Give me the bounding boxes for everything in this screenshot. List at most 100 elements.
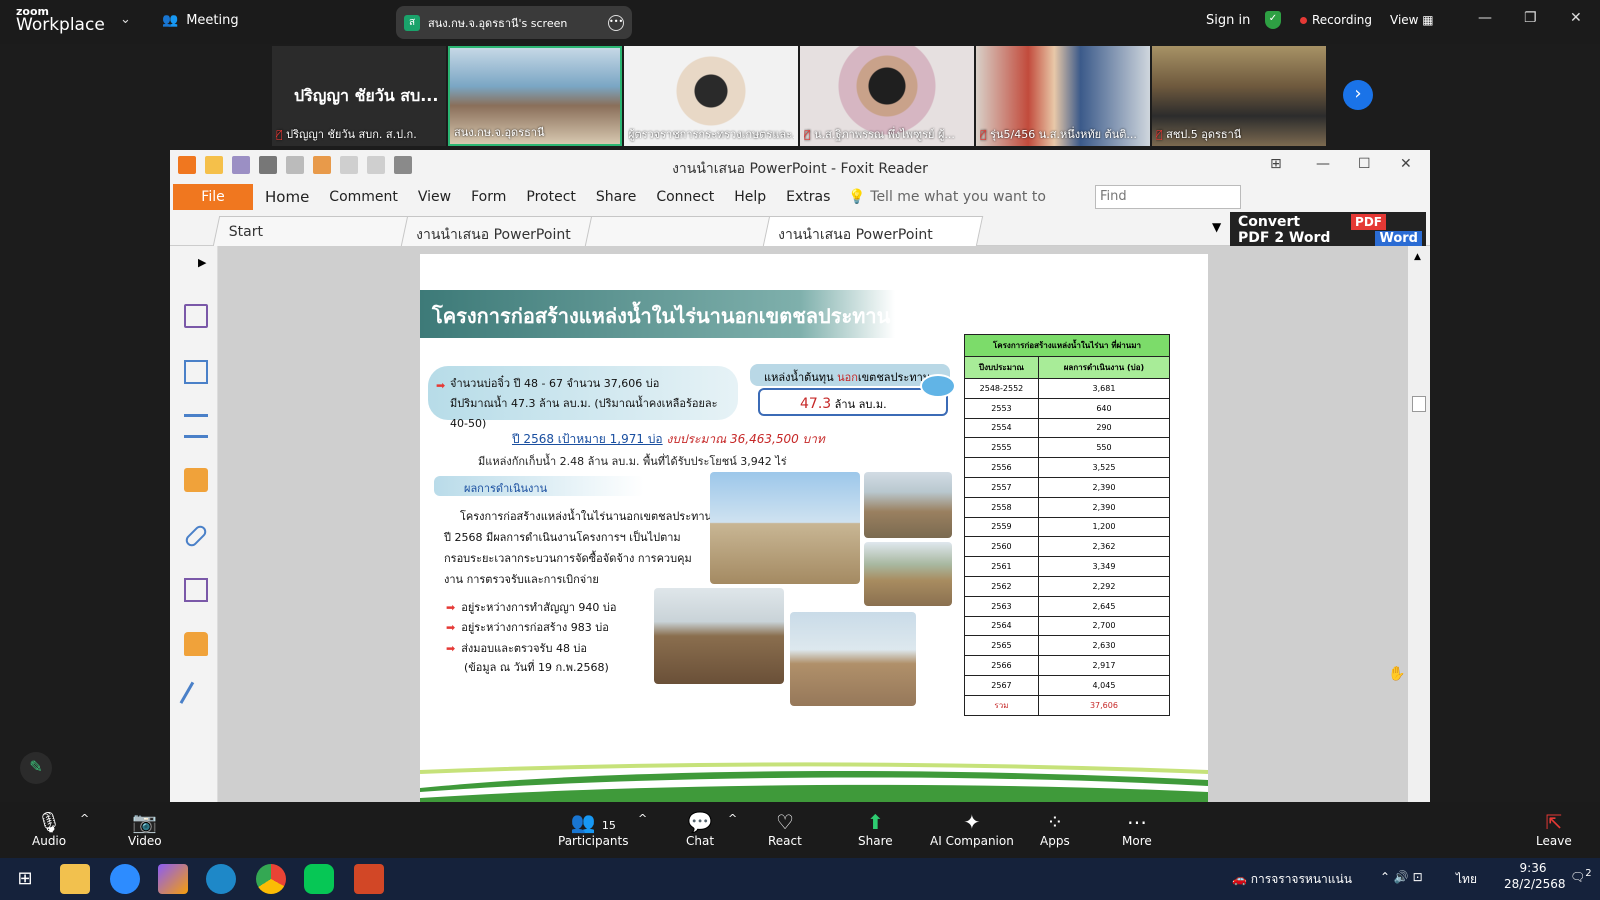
more-options-icon[interactable]: ••• bbox=[608, 14, 624, 31]
participant-tile[interactable]: สนง.กษ.จ.อุดรธานี bbox=[448, 46, 622, 146]
tell-me-input[interactable]: 💡 Tell me what you want to bbox=[848, 189, 1046, 205]
menu-help[interactable]: Help bbox=[734, 189, 766, 205]
year-cell: 2548-2552 bbox=[964, 378, 1039, 399]
react-button[interactable]: ♡ React bbox=[768, 810, 802, 848]
more-button[interactable]: ⋯ More bbox=[1122, 810, 1152, 848]
year-cell: 2565 bbox=[964, 635, 1039, 657]
security-shield-icon[interactable]: ✓ bbox=[1265, 11, 1281, 29]
edge-icon[interactable] bbox=[206, 864, 236, 894]
audio-options-chevron-icon[interactable]: ^ bbox=[80, 812, 89, 825]
participant-tile[interactable]: ผู้ตรวจราชการกระทรวงเกษตรและ... bbox=[624, 46, 798, 146]
chevron-down-icon[interactable]: ⌄ bbox=[120, 12, 131, 27]
video-button[interactable]: 📷 Video bbox=[128, 810, 162, 848]
audio-button[interactable]: 🎙 Audio bbox=[32, 810, 66, 848]
attachment-icon[interactable] bbox=[183, 523, 209, 549]
chat-chevron-icon[interactable]: ^ bbox=[728, 812, 737, 825]
annotate-pen-icon[interactable]: ✎ bbox=[20, 752, 52, 784]
windows-start-icon[interactable]: ⊞ bbox=[10, 864, 40, 894]
find-input[interactable]: Find bbox=[1095, 185, 1241, 209]
tab-start[interactable]: Start bbox=[212, 216, 410, 246]
participant-tile[interactable]: ปริญญา ชัยวัน สบ... 🎙̸ ปริญญา ชัยวัน สบก… bbox=[272, 46, 446, 146]
close-icon[interactable]: ✕ bbox=[1570, 10, 1582, 26]
bullet-item: ➡ ส่งมอบและตรวจรับ 48 บ่อ bbox=[446, 639, 587, 657]
table-row: 2553 640 bbox=[964, 397, 1171, 419]
screen-share-pill[interactable]: ส สนง.กษ.จ.อุดรธานี's screen ••• bbox=[396, 6, 632, 39]
tab-list-chevron-icon[interactable]: ▼ bbox=[1212, 220, 1221, 234]
participant-tile[interactable]: 🎙̸ สชป.5 อุดรธานี bbox=[1152, 46, 1326, 146]
participant-name: สนง.กษ.จ.อุดรธานี bbox=[454, 126, 545, 139]
view-button[interactable]: View ▦ bbox=[1390, 13, 1434, 27]
tab-document-active[interactable]: งานนำเสนอ PowerPoint✕ bbox=[762, 216, 984, 262]
traffic-notification[interactable]: 🚗 การจราจรหนาแน่น bbox=[1232, 870, 1352, 889]
sign-in-link[interactable]: Sign in bbox=[1206, 13, 1250, 28]
restore-icon[interactable]: ❐ bbox=[1524, 10, 1537, 26]
chrome-icon[interactable] bbox=[256, 864, 286, 894]
menu-connect[interactable]: Connect bbox=[656, 189, 714, 205]
menu-extras[interactable]: Extras bbox=[786, 189, 830, 205]
layers-icon[interactable] bbox=[184, 414, 208, 438]
lock-icon[interactable] bbox=[184, 632, 208, 656]
close-icon[interactable]: ✕ bbox=[1400, 156, 1412, 172]
powerpoint-icon[interactable] bbox=[354, 864, 384, 894]
zoom-app-icon[interactable] bbox=[110, 864, 140, 894]
maximize-icon[interactable]: ☐ bbox=[1358, 156, 1371, 172]
line-icon[interactable] bbox=[304, 864, 334, 894]
leave-button[interactable]: ⇱ Leave bbox=[1536, 810, 1572, 848]
share-button[interactable]: ⬆ Share bbox=[858, 810, 893, 848]
next-page-arrow-icon[interactable]: › bbox=[1343, 80, 1373, 110]
clock[interactable]: 9:36 28/2/2568 bbox=[1504, 860, 1566, 892]
participant-tile[interactable]: 🎙̸ รุ่น5/456 น.ส.หนึ่งหทัย ต้นติ... bbox=[976, 46, 1150, 146]
minimize-icon[interactable]: — bbox=[1478, 10, 1492, 26]
menu-share[interactable]: Share bbox=[596, 189, 636, 205]
participants-button[interactable]: 👥 15 Participants bbox=[558, 810, 629, 848]
recording-indicator[interactable]: Recording bbox=[1300, 13, 1372, 27]
certify-icon[interactable] bbox=[179, 681, 213, 715]
minimize-icon[interactable]: — bbox=[1316, 156, 1330, 172]
year-cell: 2553 bbox=[964, 397, 1039, 419]
participant-name-text: รุ่น5/456 น.ส.หนึ่งหทัย ต้นติ... bbox=[990, 128, 1137, 141]
site-photo bbox=[710, 472, 860, 584]
notification-center[interactable]: 🗨2 bbox=[1570, 868, 1592, 884]
chat-button[interactable]: 💬 Chat bbox=[686, 810, 714, 848]
pages-icon[interactable] bbox=[184, 360, 208, 384]
page-thumbnails-icon[interactable] bbox=[184, 304, 208, 328]
menu-protect[interactable]: Protect bbox=[526, 189, 576, 205]
grid-layout-icon[interactable]: ⊞ bbox=[1270, 156, 1282, 172]
expand-panel-icon[interactable]: ▶ bbox=[198, 256, 206, 269]
water-source-box: แหล่งน้ำต้นทุน นอกเขตชลประทาน 47.3 ล้าน … bbox=[750, 364, 950, 420]
participants-chevron-icon[interactable]: ^ bbox=[638, 812, 647, 825]
summary-line1: จำนวนบ่อจิ๋ว ปี 48 - 67 จำนวน 37,606 บ่อ bbox=[450, 377, 660, 390]
year-cell: 2560 bbox=[964, 536, 1039, 558]
vertical-scrollbar[interactable]: ▲ bbox=[1408, 246, 1430, 802]
document-tabs: Start งานนำเสนอ PowerPoint งานนำเสนอ Pow… bbox=[170, 212, 1430, 262]
comments-icon[interactable] bbox=[184, 468, 208, 492]
menu-comment[interactable]: Comment bbox=[329, 189, 398, 205]
scroll-thumb[interactable] bbox=[1412, 396, 1426, 412]
menu-home[interactable]: Home bbox=[265, 188, 309, 206]
table-row: 2548-2552 3,681 bbox=[964, 378, 1171, 399]
menu-form[interactable]: Form bbox=[471, 189, 506, 205]
site-photo bbox=[864, 472, 952, 538]
copilot-icon[interactable] bbox=[158, 864, 188, 894]
meeting-menu[interactable]: 👥 Meeting bbox=[162, 13, 239, 28]
people-icon: 👥 bbox=[162, 13, 179, 28]
convert-pdf-ad[interactable]: Convert PDF 2 Word PDF Word bbox=[1230, 212, 1426, 248]
file-explorer-icon[interactable] bbox=[60, 864, 90, 894]
table-row: 2563 2,645 bbox=[964, 595, 1171, 617]
scroll-up-icon[interactable]: ▲ bbox=[1414, 252, 1421, 262]
apps-button[interactable]: ⁘ Apps bbox=[1040, 810, 1070, 848]
apps-label: Apps bbox=[1040, 834, 1070, 848]
menu-view[interactable]: View bbox=[418, 189, 451, 205]
language-indicator[interactable]: ไทย bbox=[1456, 870, 1477, 889]
zoom-logo: zoom Workplace bbox=[16, 6, 105, 34]
tab-empty[interactable] bbox=[584, 216, 772, 246]
count-cell: 2,917 bbox=[1037, 655, 1171, 676]
table-total-row: รวม 37,606 bbox=[964, 694, 1171, 716]
signature-panel-icon[interactable] bbox=[184, 578, 208, 602]
tray-icons[interactable]: ⌃ 🔊 ⊡ bbox=[1380, 870, 1423, 884]
tab-document[interactable]: งานนำเสนอ PowerPoint bbox=[400, 216, 594, 246]
participant-tile[interactable]: 🎙̸ น.ส.ฐิภาพรรณ พึ่งไพฑูรย์ ผู้... bbox=[800, 46, 974, 146]
file-menu[interactable]: File bbox=[173, 184, 253, 210]
body-line: โครงการก่อสร้างแหล่งน้ำในไร่นานอกเขตชลปร… bbox=[460, 510, 713, 523]
ai-companion-button[interactable]: ✦ AI Companion bbox=[930, 810, 1014, 848]
